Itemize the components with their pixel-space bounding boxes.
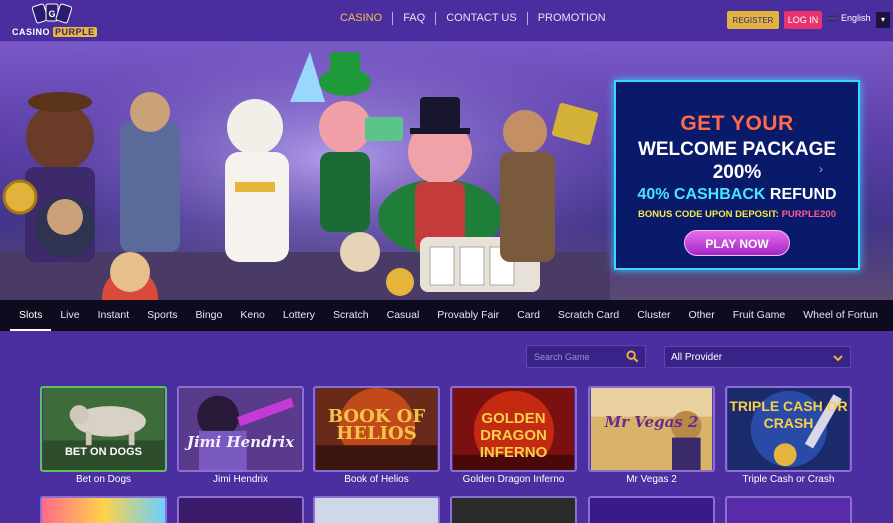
hero-banner[interactable]: GET YOUR WELCOME PACKAGE 200% 40% CASHBA… xyxy=(0,42,893,300)
game-name-label[interactable]: Triple Cash or Crash xyxy=(725,474,852,485)
game-tile-row2-3[interactable] xyxy=(313,496,440,523)
tab-instant[interactable]: Instant xyxy=(89,300,139,331)
game-name-label[interactable]: Golden Dragon Inferno xyxy=(450,474,577,485)
tab-slots[interactable]: Slots xyxy=(10,300,52,331)
game-tile-triple-cash-or-crash[interactable]: TRIPLE CASH OR CRASH xyxy=(725,386,852,472)
jimi-hendrix-artwork xyxy=(179,388,302,470)
search-icon[interactable] xyxy=(626,350,639,363)
tab-bingo[interactable]: Bingo xyxy=(187,300,232,331)
main-nav: CASINO FAQ CONTACT US PROMOTION xyxy=(330,10,616,26)
nav-casino[interactable]: CASINO xyxy=(330,11,394,25)
category-tabs: Slots Live Instant Sports Bingo Keno Lot… xyxy=(0,300,893,331)
game-tile-row2-6[interactable] xyxy=(725,496,852,523)
uk-flag-icon xyxy=(828,14,838,22)
game-art-title: TRIPLE CASH OR CRASH xyxy=(729,398,848,431)
welcome-package-promo[interactable]: GET YOUR WELCOME PACKAGE 200% 40% CASHBA… xyxy=(614,80,860,270)
top-bar: G CASINO PURPLE CASINO FAQ CONTACT US PR… xyxy=(0,0,893,42)
game-name-label[interactable]: Mr Vegas 2 xyxy=(588,474,715,485)
language-label: English xyxy=(841,13,871,23)
game-tile-row2-2[interactable] xyxy=(177,496,304,523)
game-art-title: Jimi Hendrix xyxy=(186,433,295,451)
promo-line-cashback: 40% CASHBACK REFUND xyxy=(637,186,837,203)
playing-cards-icon: G xyxy=(31,3,73,24)
tab-lottery[interactable]: Lottery xyxy=(274,300,324,331)
tab-provably-fair[interactable]: Provably Fair xyxy=(428,300,508,331)
promo-line-bonus-code: BONUS CODE UPON DEPOSIT: PURPLE200 xyxy=(638,209,836,220)
promo-line-get-your: GET YOUR xyxy=(680,112,794,135)
tab-cluster[interactable]: Cluster xyxy=(628,300,679,331)
promo-line-welcome-package: WELCOME PACKAGE xyxy=(637,139,837,160)
provider-selected-value: All Provider xyxy=(671,352,723,363)
logo-wordmark: CASINO PURPLE xyxy=(12,27,97,37)
game-tile-row2-5[interactable] xyxy=(588,496,715,523)
game-tile-bet-on-dogs[interactable]: BET ON DOGS xyxy=(40,386,167,472)
tab-card[interactable]: Card xyxy=(508,300,549,331)
language-selector[interactable]: English xyxy=(828,13,871,23)
language-dropdown-toggle[interactable]: ▾ xyxy=(876,12,890,28)
casino-purple-logo[interactable]: G CASINO PURPLE xyxy=(12,3,97,39)
play-now-button[interactable]: PLAY NOW xyxy=(684,230,790,256)
search-input[interactable] xyxy=(527,346,622,367)
login-button[interactable]: LOG IN xyxy=(784,11,822,29)
game-tile-row2-4[interactable] xyxy=(450,496,577,523)
game-art-title: BET ON DOGS xyxy=(64,446,142,458)
game-tile-golden-dragon-inferno[interactable]: GOLDEN DRAGON INFERNO xyxy=(450,386,577,472)
tab-other[interactable]: Other xyxy=(679,300,723,331)
register-button[interactable]: REGISTER xyxy=(727,11,779,29)
game-tile-row2-1[interactable] xyxy=(40,496,167,523)
nav-contact-us[interactable]: CONTACT US xyxy=(436,11,528,25)
tab-sports[interactable]: Sports xyxy=(138,300,186,331)
tab-scratch-card[interactable]: Scratch Card xyxy=(549,300,628,331)
nav-promotion[interactable]: PROMOTION xyxy=(528,12,616,25)
tab-fruit-game[interactable]: Fruit Game xyxy=(724,300,795,331)
game-name-label[interactable]: Book of Helios xyxy=(313,474,440,485)
tab-casual[interactable]: Casual xyxy=(378,300,429,331)
chevron-down-icon xyxy=(833,355,843,362)
nav-faq[interactable]: FAQ xyxy=(393,11,437,25)
tab-scratch[interactable]: Scratch xyxy=(324,300,378,331)
game-art-title: GOLDEN DRAGON INFERNO xyxy=(479,410,548,461)
game-tile-mr-vegas-2[interactable]: Mr Vegas 2 xyxy=(588,386,715,472)
game-tile-jimi-hendrix[interactable]: Jimi Hendrix xyxy=(177,386,304,472)
game-art-title: Mr Vegas 2 xyxy=(604,413,699,431)
search-game-box xyxy=(526,345,646,368)
game-tile-book-of-helios[interactable]: BOOK OF HELIOS xyxy=(313,386,440,472)
slot-characters-illustration xyxy=(0,42,610,300)
tab-live[interactable]: Live xyxy=(51,300,88,331)
svg-text:G: G xyxy=(48,9,55,19)
provider-select[interactable]: All Provider xyxy=(664,346,851,368)
tab-keno[interactable]: Keno xyxy=(231,300,274,331)
game-name-label[interactable]: Jimi Hendrix xyxy=(177,474,304,485)
game-name-label[interactable]: Bet on Dogs xyxy=(40,474,167,485)
tab-wheel-of-fortune[interactable]: Wheel of Fortun xyxy=(794,300,887,331)
chevron-right-icon[interactable]: › xyxy=(819,162,823,176)
game-art-title: BOOK OF HELIOS xyxy=(327,406,426,444)
